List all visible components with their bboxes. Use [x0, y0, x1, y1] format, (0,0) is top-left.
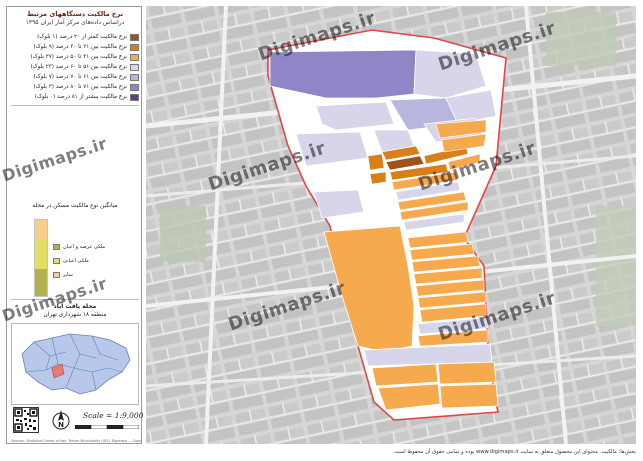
legend-label: نرخ مالکیت بین ۶۱ تا ۷۰ درصد (۷ بلوک) [33, 74, 127, 80]
legend-swatch [130, 74, 139, 81]
legend-swatch [130, 84, 139, 91]
tenure-legend-swatch [53, 272, 60, 278]
credit-line: Sources: Statistical Center of Iran, Teh… [11, 439, 141, 443]
scale-bar [75, 425, 139, 429]
legend-label: نرخ مالکیت بیشتر از ۸۱ درصد (۰ بلوک) [34, 94, 127, 100]
tenure-legend-label: ملکی اعیانی [63, 257, 89, 264]
legend-item: نرخ مالکیت بین ۷۱ تا ۸۰ درصد (۳ بلوک) [11, 83, 139, 92]
legend-item: نرخ مالکیت بین ۳۱ تا ۵۰ درصد (۳۷ بلوک) [11, 53, 139, 62]
map-canvas [146, 6, 636, 444]
legend-swatch [130, 44, 139, 51]
tenure-legend-item: ملکی عرصه و اعیان [53, 243, 139, 251]
tenure-legend-swatch [53, 258, 60, 264]
locator-map [11, 323, 139, 405]
legend-swatch [130, 94, 139, 101]
qr-code [13, 407, 39, 433]
legend-label: نرخ مالکیت کمتر از ۲۰ درصد (۱ بلوک) [37, 34, 127, 40]
legend-swatch [130, 54, 139, 61]
legend-item: نرخ مالکیت بین ۲۱ تا ۳۰ درصد (۹ بلوک) [11, 43, 139, 52]
tenure-chart-title: میانگین نوع مالکیت مسکن در محله [32, 203, 118, 209]
legend-label: نرخ مالکیت بین ۵۱ تا ۶۰ درصد (۲۳ بلوک) [30, 64, 127, 70]
legend-subtitle: دراساس داده‌های مرکز آمار ایران ۱۳۹۵ [25, 19, 125, 26]
tenure-legend-label: ملکی عرصه و اعیان [63, 243, 106, 250]
legend-panel: نرخ مالکیت دستگاههای مرتبط دراساس داده‌ه… [6, 6, 144, 444]
tenure-bar-segment [35, 220, 47, 239]
tenure-bar-segment [35, 239, 47, 270]
tenure-legend-swatch [53, 244, 60, 250]
legend-title: نرخ مالکیت دستگاههای مرتبط [26, 10, 124, 18]
legend-label: نرخ مالکیت بین ۳۱ تا ۵۰ درصد (۳۷ بلوک) [30, 54, 127, 60]
legend-item: نرخ مالکیت کمتر از ۲۰ درصد (۱ بلوک) [11, 33, 139, 42]
north-arrow-icon: N [51, 409, 71, 431]
scale-label: Scale = 1:9,000 [83, 411, 144, 420]
map-view[interactable]: Digimaps.ir Digimaps.ir Digimaps.ir Digi… [146, 6, 636, 444]
legend-label: نرخ مالکیت بین ۲۱ تا ۳۰ درصد (۹ بلوک) [33, 44, 127, 50]
legend-swatch [130, 64, 139, 71]
legend-swatch [130, 34, 139, 41]
footer-note: بخش‌ها: مالکیت. محتوای این محصول متعلق ب… [393, 449, 636, 455]
tenure-legend-item: ملکی اعیانی [53, 257, 139, 265]
legend-item: نرخ مالکیت بیشتر از ۸۱ درصد (۰ بلوک) [11, 93, 139, 102]
legend-item: نرخ مالکیت بین ۶۱ تا ۷۰ درصد (۷ بلوک) [11, 73, 139, 82]
legend-item: نرخ مالکیت بین ۵۱ تا ۶۰ درصد (۲۳ بلوک) [11, 63, 139, 72]
svg-text:N: N [58, 421, 64, 429]
divider [11, 105, 139, 106]
tenure-legend-label: سایر [63, 271, 73, 278]
legend-label: نرخ مالکیت بین ۷۱ تا ۸۰ درصد (۳ بلوک) [33, 84, 127, 90]
